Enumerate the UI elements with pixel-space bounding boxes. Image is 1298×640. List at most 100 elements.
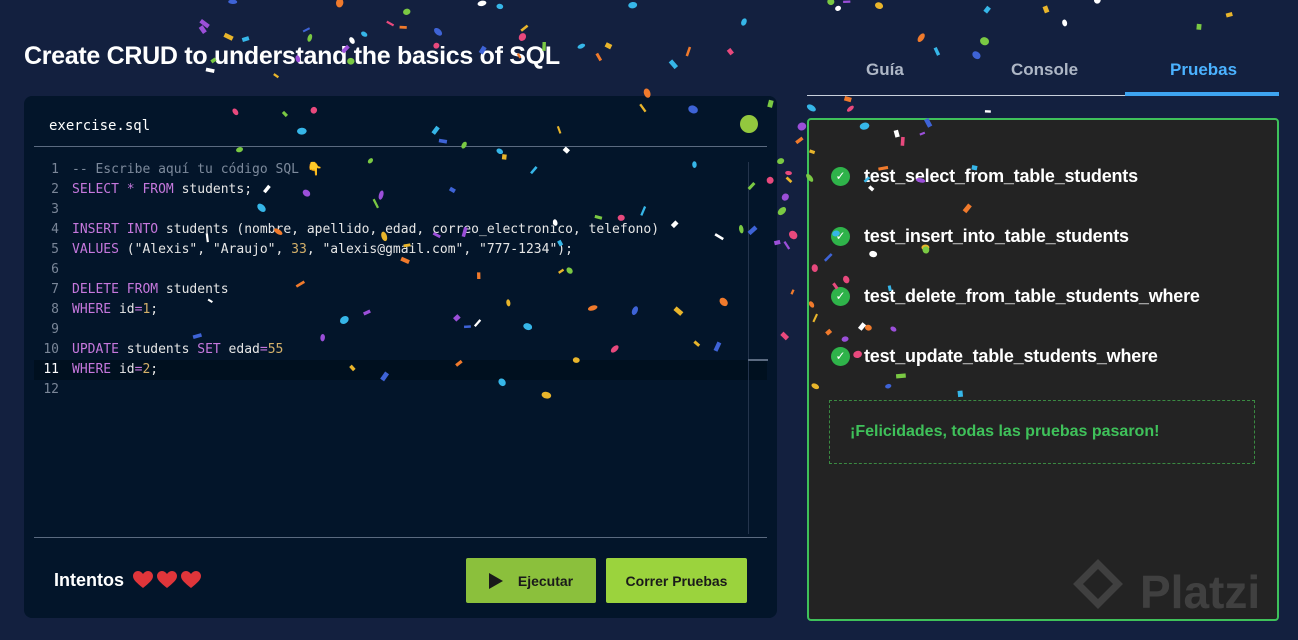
code-line[interactable]: 4 INSERT INTO students (nombre, apellido,… <box>34 220 767 240</box>
confetti-piece <box>302 27 311 33</box>
code-token: VALUES <box>72 242 119 257</box>
line-number: 3 <box>51 202 59 217</box>
code-token: ("Alexis", "Araujo", <box>118 242 292 257</box>
confetti-piece <box>983 5 991 14</box>
code-line[interactable]: 10 UPDATE students SET edad=55 <box>34 340 767 360</box>
confetti-piece <box>1062 19 1068 27</box>
code-token: id <box>111 362 135 377</box>
confetti-piece <box>496 3 504 10</box>
attempts-indicator: Intentos <box>54 570 202 591</box>
confetti-piece <box>386 20 395 27</box>
confetti-piece <box>972 51 981 60</box>
confetti-piece <box>577 43 586 49</box>
code-line[interactable]: 11 WHERE id=2; <box>34 360 767 380</box>
confetti-piece <box>783 241 791 250</box>
tab-guide[interactable]: Guía <box>866 60 904 80</box>
code-token: WHERE <box>72 302 112 317</box>
confetti-piece <box>361 31 368 37</box>
code-token: students <box>118 342 198 357</box>
platzi-watermark-text: Platzi <box>1140 566 1260 618</box>
confetti-piece <box>685 46 692 57</box>
confetti-piece <box>604 42 613 50</box>
code-line[interactable]: 2 SELECT * FROM students; <box>34 180 767 200</box>
editor-footer-divider <box>34 537 767 538</box>
confetti-piece <box>933 46 941 56</box>
confetti-piece <box>835 5 842 12</box>
confetti-piece <box>520 24 529 32</box>
check-circle-icon: ✓ <box>831 286 850 306</box>
code-token: INTO <box>126 222 159 237</box>
confetti-piece <box>777 207 787 216</box>
confetti-piece <box>199 18 210 29</box>
code-token: students; <box>173 182 253 197</box>
confetti-piece <box>777 158 785 165</box>
code-line[interactable]: 7 DELETE FROM students <box>34 280 767 300</box>
confetti-piece <box>806 104 816 112</box>
confetti-piece <box>336 0 344 8</box>
confetti-piece <box>780 331 790 341</box>
line-number: 8 <box>51 302 59 317</box>
confetti-piece <box>223 32 234 41</box>
confetti-piece <box>433 27 443 36</box>
line-number: 2 <box>51 182 59 197</box>
confetti-piece <box>781 193 789 201</box>
code-line[interactable]: 5 VALUES ("Alexis", "Araujo", 33, "alexis… <box>34 240 767 260</box>
confetti-piece <box>1225 12 1233 18</box>
confetti-piece <box>843 0 851 4</box>
line-number: 4 <box>51 222 59 237</box>
code-line[interactable]: 9 <box>34 320 767 340</box>
code-area[interactable]: 1 -- Escribe aquí tu código SQL 👇 2 SELECT … <box>34 160 767 534</box>
confetti-piece <box>917 33 925 43</box>
confetti-piece <box>788 230 798 240</box>
run-tests-button-label: Correr Pruebas <box>625 572 728 589</box>
confetti-piece <box>790 289 795 295</box>
code-line[interactable]: 3 <box>34 200 767 220</box>
confetti-piece <box>726 47 734 56</box>
code-token: FROM <box>126 282 159 297</box>
code-token: FROM <box>142 182 174 197</box>
confetti-piece <box>668 59 679 70</box>
editor-scrollbar[interactable] <box>748 162 767 534</box>
confetti-piece <box>198 25 207 34</box>
run-button[interactable]: Ejecutar <box>466 558 596 603</box>
test-name: test_insert_into_table_students <box>864 225 1129 246</box>
confetti-piece <box>403 8 411 15</box>
test-name: test_delete_from_table_students_where <box>864 285 1200 306</box>
code-line[interactable]: 12 <box>34 380 767 400</box>
confetti-piece <box>1196 23 1202 30</box>
code-token: ; <box>150 302 159 317</box>
page-title: Create CRUD to understand the basics of … <box>24 42 560 70</box>
confetti-piece <box>785 170 792 176</box>
code-token: UPDATE <box>72 342 119 357</box>
editor-header-divider <box>34 146 767 147</box>
editor-file-tab[interactable]: exercise.sql <box>49 118 150 134</box>
code-token: SELECT <box>72 182 119 197</box>
tab-console[interactable]: Console <box>1011 60 1078 80</box>
tab-bar-divider <box>807 95 1125 96</box>
confetti-piece <box>399 25 407 29</box>
test-result-item: ✓ test_select_from_table_students <box>831 164 1138 188</box>
code-line[interactable]: 1 -- Escribe aquí tu código SQL 👇 <box>34 160 767 180</box>
code-token: INSERT <box>72 222 119 237</box>
code-token: 33 <box>291 242 307 257</box>
run-tests-button[interactable]: Correr Pruebas <box>606 558 747 603</box>
confetti-piece <box>797 122 807 131</box>
code-token: , "alexis@gmail.com", "777-1234"); <box>306 242 573 257</box>
code-line[interactable]: 8 WHERE id=1; <box>34 300 767 320</box>
platzi-logo-watermark: Platzi <box>1073 559 1260 618</box>
confetti-piece <box>980 37 990 46</box>
confetti-piece <box>785 176 793 184</box>
tab-tests[interactable]: Pruebas <box>1170 60 1237 80</box>
status-indicator-dot <box>740 115 758 133</box>
confetti-piece <box>595 52 603 62</box>
check-circle-icon: ✓ <box>831 166 850 186</box>
code-line[interactable]: 6 <box>34 260 767 280</box>
platzi-logo-icon <box>1073 559 1123 609</box>
confetti-piece <box>273 73 280 79</box>
test-name: test_select_from_table_students <box>864 165 1138 186</box>
confetti-piece <box>795 136 804 145</box>
line-number: 7 <box>51 282 59 297</box>
